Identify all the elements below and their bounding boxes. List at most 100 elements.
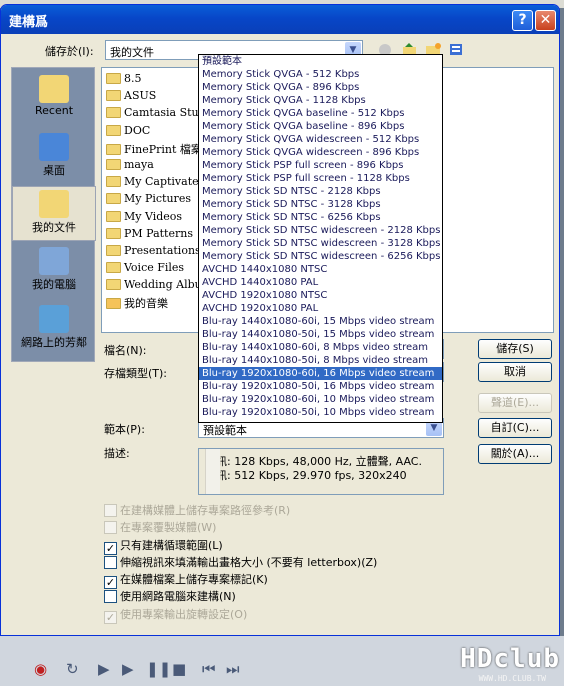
- folder-icon: [106, 144, 121, 155]
- music-folder-icon: [106, 298, 121, 309]
- close-button[interactable]: ✕: [535, 10, 556, 31]
- description-video: 視訊: 512 Kbps, 29.970 fps, 320x240: [205, 469, 407, 482]
- dropdown-option[interactable]: Blu-ray 1920x1080-60i, 10 Mbps video str…: [199, 393, 442, 406]
- play-icon[interactable]: ▶: [122, 660, 134, 678]
- dropdown-option[interactable]: Memory Stick SD NTSC - 2128 Kbps: [199, 185, 442, 198]
- dropdown-option[interactable]: Memory Stick QVGA baseline - 512 Kbps: [199, 107, 442, 120]
- dropdown-option[interactable]: Blu-ray 1440x1080-50i, 15 Mbps video str…: [199, 328, 442, 341]
- title-bar: 建構爲 ? ✕: [1, 5, 559, 34]
- checkbox-box[interactable]: [104, 521, 117, 534]
- about-button[interactable]: 關於(A)...: [478, 444, 552, 464]
- checkbox-box[interactable]: ✓: [104, 611, 117, 624]
- place-label: 桌面: [43, 164, 65, 177]
- save-in-value: 我的文件: [110, 46, 154, 59]
- dropdown-option[interactable]: AVCHD 1440x1080 PAL: [199, 276, 442, 289]
- dropdown-option[interactable]: Blu-ray 1440x1080-60i, 15 Mbps video str…: [199, 315, 442, 328]
- folder-icon: [106, 176, 121, 187]
- place-desktop[interactable]: 桌面: [12, 130, 96, 185]
- audio-channel-button[interactable]: 聲道(E)...: [478, 393, 552, 413]
- place-recent[interactable]: Recent: [12, 72, 96, 127]
- folder-icon: [106, 228, 121, 239]
- checkbox-save-markers[interactable]: ✓ 在媒體檔案上儲存專案標記(K): [104, 571, 268, 589]
- list-item[interactable]: ASUS: [106, 89, 156, 106]
- window-title: 建構爲: [9, 15, 49, 30]
- list-item[interactable]: My Videos: [106, 210, 182, 227]
- play-from-start-icon[interactable]: ▶: [98, 660, 110, 678]
- dropdown-option[interactable]: Memory Stick SD NTSC widescreen - 6256 K…: [199, 250, 442, 263]
- next-icon[interactable]: ⏭: [226, 660, 240, 678]
- list-item[interactable]: PM Patterns: [106, 227, 193, 244]
- hdclub-url: WWW.HD.CLUB.TW: [478, 674, 546, 683]
- stop-icon[interactable]: ■: [172, 660, 186, 678]
- folder-icon: [106, 193, 121, 204]
- dropdown-option[interactable]: 預設範本: [199, 55, 442, 68]
- dropdown-option[interactable]: Blu-ray 1920x1080-50i, 16 Mbps video str…: [199, 380, 442, 393]
- dropdown-option[interactable]: Memory Stick SD NTSC widescreen - 3128 K…: [199, 237, 442, 250]
- list-item[interactable]: 我的音樂: [106, 295, 168, 312]
- dropdown-option[interactable]: AVCHD 1920x1080 NTSC: [199, 289, 442, 302]
- dropdown-option[interactable]: Memory Stick QVGA - 896 Kbps: [199, 81, 442, 94]
- cancel-button[interactable]: 取消: [478, 362, 552, 382]
- list-item[interactable]: My Pictures: [106, 192, 191, 209]
- network-icon: [39, 305, 69, 333]
- checkbox-box[interactable]: [104, 590, 117, 603]
- dropdown-option[interactable]: Memory Stick PSP full screen - 1128 Kbps: [199, 172, 442, 185]
- my-documents-icon: [39, 190, 69, 218]
- checkbox-loop-region[interactable]: ✓ 只有建構循環範圍(L): [104, 537, 223, 555]
- filetype-label: 存檔類型(T):: [104, 367, 168, 380]
- dropdown-option[interactable]: AVCHD 1440x1080 NTSC: [199, 263, 442, 276]
- checkbox-stretch-video[interactable]: 伸縮視訊來填滿輸出畫格大小 (不要有 letterbox)(Z): [104, 554, 377, 571]
- view-menu-icon[interactable]: [449, 42, 466, 57]
- folder-icon: [106, 107, 121, 118]
- place-label: 我的文件: [32, 221, 76, 234]
- folder-icon: [106, 159, 121, 170]
- place-my-documents[interactable]: 我的文件: [12, 186, 96, 241]
- place-label: 網路上的芳鄰: [21, 336, 87, 349]
- dropdown-option[interactable]: Memory Stick SD NTSC - 6256 Kbps: [199, 211, 442, 224]
- list-item[interactable]: Wedding Album: [106, 278, 212, 295]
- dropdown-option[interactable]: Memory Stick QVGA - 1128 Kbps: [199, 94, 442, 107]
- checkbox-network-render[interactable]: 使用網路電腦來建構(N): [104, 588, 236, 605]
- recent-folder-icon: [39, 75, 69, 103]
- list-item[interactable]: DOC: [106, 124, 150, 141]
- list-item[interactable]: FinePrint 檔案: [106, 141, 202, 158]
- dropdown-option[interactable]: Memory Stick QVGA - 512 Kbps: [199, 68, 442, 81]
- description-label: 描述:: [104, 447, 130, 460]
- list-item[interactable]: maya: [106, 158, 154, 175]
- checkbox-box[interactable]: [104, 504, 117, 517]
- previous-icon[interactable]: ⏮: [202, 660, 216, 678]
- place-my-computer[interactable]: 我的電腦: [12, 244, 96, 299]
- dropdown-option[interactable]: Blu-ray 1440x1080-50i, 8 Mbps video stre…: [199, 354, 442, 367]
- place-network[interactable]: 網路上的芳鄰: [12, 302, 96, 357]
- record-icon[interactable]: ◉: [34, 660, 47, 678]
- list-item[interactable]: Presentations: [106, 244, 201, 261]
- dropdown-option[interactable]: Memory Stick QVGA baseline - 896 Kbps: [199, 120, 442, 133]
- folder-icon: [106, 245, 121, 256]
- dropdown-option[interactable]: Blu-ray 1920x1080-50i, 10 Mbps video str…: [199, 406, 442, 419]
- place-label: Recent: [34, 104, 74, 117]
- list-item[interactable]: Voice Files: [106, 261, 184, 278]
- checkbox-rotation[interactable]: ✓ 使用專案輸出旋轉設定(O): [104, 606, 247, 624]
- checkbox-copy-media[interactable]: 在專案覆製媒體(W): [104, 519, 216, 536]
- list-item[interactable]: 8.5: [106, 72, 142, 89]
- dropdown-option[interactable]: AVCHD 1920x1080 PAL: [199, 302, 442, 315]
- dropdown-option[interactable]: Blu-ray 1920x1080-60i, 16 Mbps video str…: [199, 367, 442, 380]
- custom-button[interactable]: 自訂(C)...: [478, 418, 552, 438]
- save-button[interactable]: 儲存(S): [478, 339, 552, 359]
- pause-icon[interactable]: ❚❚: [146, 660, 171, 678]
- dropdown-option[interactable]: Blu-ray 1440x1080-60i, 8 Mbps video stre…: [199, 341, 442, 354]
- template-dropdown-list[interactable]: 預設範本 Memory Stick QVGA - 512 Kbps Memory S…: [198, 54, 443, 423]
- filename-label: 檔名(N):: [104, 344, 147, 357]
- dropdown-option[interactable]: Memory Stick PSP full screen - 896 Kbps: [199, 159, 442, 172]
- scrollbar[interactable]: [205, 449, 220, 494]
- save-as-dialog: 建構爲 ? ✕ 儲存於(I): 我的文件 ▼ Recent 桌面 我的文件 我的…: [0, 4, 560, 636]
- template-value: 預設範本: [203, 424, 247, 437]
- checkbox-store-paths[interactable]: 在建構媒體上儲存專案路徑參考(R): [104, 502, 290, 519]
- dropdown-option[interactable]: Memory Stick QVGA widescreen - 512 Kbps: [199, 133, 442, 146]
- dropdown-option[interactable]: Memory Stick SD NTSC - 3128 Kbps: [199, 198, 442, 211]
- dropdown-option[interactable]: Memory Stick SD NTSC widescreen - 2128 K…: [199, 224, 442, 237]
- help-button[interactable]: ?: [512, 10, 533, 31]
- dropdown-option[interactable]: Memory Stick QVGA widescreen - 896 Kbps: [199, 146, 442, 159]
- checkbox-box[interactable]: [104, 556, 117, 569]
- loop-icon[interactable]: ↻: [66, 660, 79, 678]
